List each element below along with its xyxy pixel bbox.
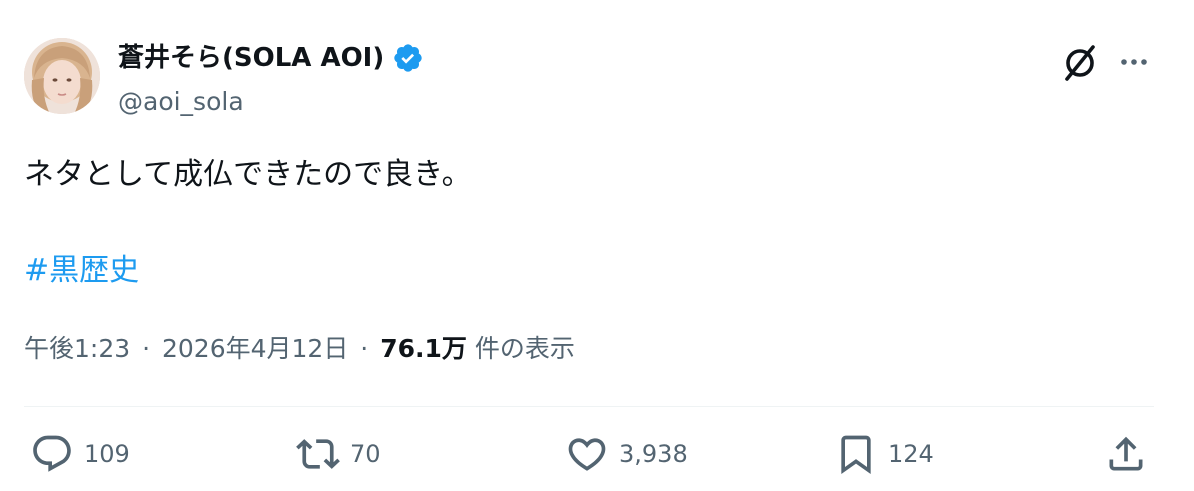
- like-button[interactable]: 3,938: [565, 432, 688, 476]
- grok-icon[interactable]: [1060, 42, 1100, 82]
- share-icon: [1109, 436, 1143, 471]
- author-display-name[interactable]: 蒼井そら(SOLA AOI): [118, 40, 384, 76]
- hashtag-link[interactable]: #黒歴史: [24, 250, 139, 292]
- share-button[interactable]: [1104, 432, 1148, 476]
- retweet-count: 70: [350, 440, 381, 468]
- tweet-meta: 午後1:23 · 2026年4月12日 · 76.1万 件の表示: [24, 331, 575, 367]
- author-name-row: 蒼井そら(SOLA AOI): [118, 40, 424, 76]
- like-icon: [568, 438, 606, 471]
- views-count[interactable]: 76.1万: [380, 334, 467, 363]
- more-icon[interactable]: [1116, 48, 1152, 76]
- tweet-text: ネタとして成仏できたので良き。: [24, 157, 472, 192]
- tweet-time[interactable]: 午後1:23: [24, 334, 130, 363]
- meta-separator: ·: [142, 334, 151, 363]
- divider: [24, 406, 1154, 407]
- reply-button[interactable]: 109: [30, 432, 130, 476]
- author-handle[interactable]: @aoi_sola: [118, 86, 244, 118]
- tweet-date[interactable]: 2026年4月12日: [162, 334, 348, 363]
- like-count: 3,938: [619, 440, 688, 468]
- tweet-card: 蒼井そら(SOLA AOI) @aoi_sola ネタとして成仏できたので良き。…: [0, 0, 1194, 491]
- avatar[interactable]: [24, 38, 100, 114]
- verified-badge-icon: [392, 42, 424, 74]
- reply-count: 109: [84, 440, 130, 468]
- retweet-button[interactable]: 70: [296, 432, 381, 476]
- views-label: 件の表示: [474, 334, 575, 363]
- reply-icon: [33, 435, 71, 472]
- bookmark-count: 124: [888, 440, 934, 468]
- meta-separator: ·: [360, 334, 369, 363]
- bookmark-button[interactable]: 124: [834, 432, 934, 476]
- bookmark-icon: [841, 435, 871, 475]
- avatar-image: [24, 38, 100, 114]
- retweet-icon: [296, 439, 340, 469]
